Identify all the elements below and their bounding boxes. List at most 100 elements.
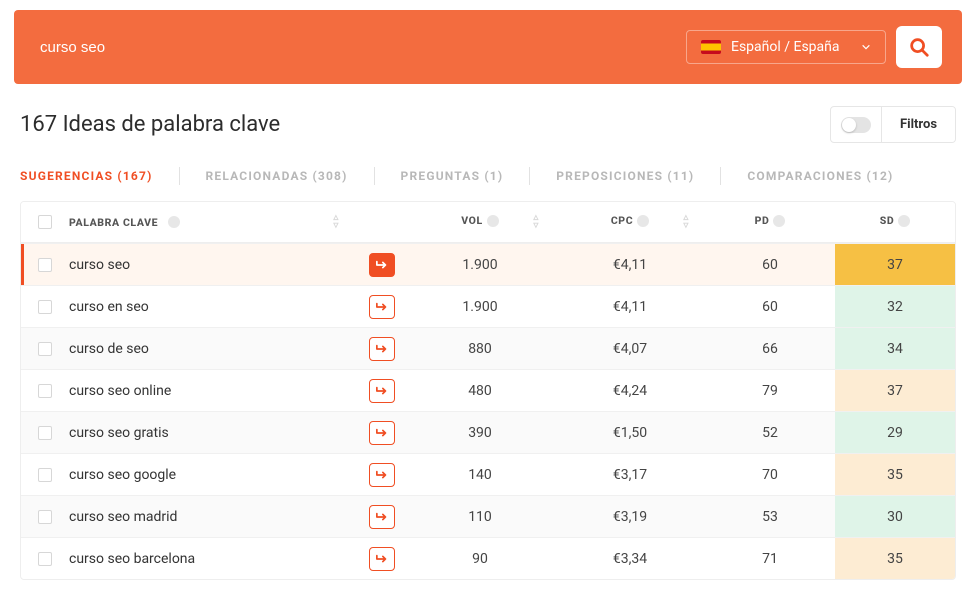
toggle-knob: [842, 118, 856, 132]
cpc-cell: €3,19: [555, 496, 705, 537]
page-title: 167 Ideas de palabra clave: [20, 112, 280, 137]
table-row[interactable]: curso en seo1.900€4,116032: [21, 285, 955, 327]
row-checkbox-cell: [21, 454, 69, 495]
tab-separator: [179, 167, 180, 185]
table-row[interactable]: curso seo online480€4,247937: [21, 369, 955, 411]
row-checkbox-cell: [21, 328, 69, 369]
row-checkbox-cell: [21, 412, 69, 453]
sort-icon: ▵▿: [533, 214, 549, 230]
row-checkbox[interactable]: [38, 426, 52, 440]
row-checkbox-cell: [21, 370, 69, 411]
expand-button[interactable]: [369, 379, 395, 403]
row-checkbox[interactable]: [38, 510, 52, 524]
header-cpc[interactable]: CPC ▵▿: [555, 214, 705, 230]
info-icon: [487, 215, 499, 227]
table-header: PALABRA CLAVE ▵▿ VOL ▵▿ CPC ▵▿ PD SD: [21, 202, 955, 243]
expand-cell: [359, 538, 405, 579]
sd-badge: 30: [835, 496, 955, 537]
cpc-cell: €4,07: [555, 328, 705, 369]
info-icon: [637, 215, 649, 227]
header-pd-label: PD: [755, 214, 770, 227]
header-checkbox-cell: [21, 214, 69, 230]
expand-button[interactable]: [369, 253, 395, 277]
tab-separator: [529, 167, 530, 185]
tab-4[interactable]: COMPARACIONES (12): [747, 161, 893, 191]
toggle-track: [841, 117, 871, 133]
row-checkbox[interactable]: [38, 258, 52, 272]
filters-panel: Filtros: [830, 106, 956, 143]
filters-toggle[interactable]: [831, 117, 881, 133]
expand-button[interactable]: [369, 463, 395, 487]
result-count: 167: [20, 112, 57, 137]
header-kw-label: PALABRA CLAVE: [69, 216, 158, 229]
sd-cell: 32: [835, 286, 955, 327]
sd-cell: 37: [835, 370, 955, 411]
select-all-checkbox[interactable]: [38, 215, 52, 229]
flag-icon: [701, 40, 721, 54]
vol-cell: 390: [405, 412, 555, 453]
pd-cell: 53: [705, 496, 835, 537]
row-checkbox[interactable]: [38, 468, 52, 482]
search-input[interactable]: [34, 31, 676, 64]
table-row[interactable]: curso seo gratis390€1,505229: [21, 411, 955, 453]
expand-button[interactable]: [369, 337, 395, 361]
keyword-cell: curso en seo: [69, 286, 359, 327]
expand-cell: [359, 370, 405, 411]
search-button[interactable]: [896, 26, 942, 68]
row-checkbox-cell: [21, 496, 69, 537]
tab-1[interactable]: RELACIONADAS (308): [206, 161, 348, 191]
row-checkbox[interactable]: [38, 342, 52, 356]
tab-3[interactable]: PREPOSICIONES (11): [556, 161, 694, 191]
table-row[interactable]: curso seo barcelona90€3,347135: [21, 537, 955, 579]
arrow-right-return-icon: [375, 427, 389, 439]
expand-button[interactable]: [369, 295, 395, 319]
expand-cell: [359, 454, 405, 495]
keyword-cell: curso seo barcelona: [69, 538, 359, 579]
row-checkbox[interactable]: [38, 552, 52, 566]
header-action: [359, 214, 405, 230]
header-keyword[interactable]: PALABRA CLAVE ▵▿: [69, 214, 359, 230]
table-row[interactable]: curso seo1.900€4,116037: [21, 243, 955, 285]
row-checkbox[interactable]: [38, 300, 52, 314]
table-row[interactable]: curso seo madrid110€3,195330: [21, 495, 955, 537]
pd-cell: 52: [705, 412, 835, 453]
pd-cell: 66: [705, 328, 835, 369]
expand-button[interactable]: [369, 505, 395, 529]
pd-cell: 60: [705, 244, 835, 285]
pd-cell: 71: [705, 538, 835, 579]
pd-cell: 60: [705, 286, 835, 327]
table-row[interactable]: curso de seo880€4,076634: [21, 327, 955, 369]
expand-button[interactable]: [369, 547, 395, 571]
info-icon: [898, 215, 910, 227]
table-row[interactable]: curso seo google140€3,177035: [21, 453, 955, 495]
language-select[interactable]: Español / España: [686, 30, 886, 64]
sd-cell: 35: [835, 538, 955, 579]
tabs: SUGERENCIAS (167) RELACIONADAS (308) PREGU…: [0, 153, 976, 191]
arrow-right-return-icon: [375, 469, 389, 481]
sd-badge: 29: [835, 412, 955, 453]
info-icon: [773, 215, 785, 227]
header-pd[interactable]: PD: [705, 214, 835, 230]
tab-2[interactable]: PREGUNTAS (1): [401, 161, 504, 191]
sort-icon: ▵▿: [333, 214, 349, 230]
row-checkbox[interactable]: [38, 384, 52, 398]
sd-badge: 37: [835, 370, 955, 411]
sd-badge: 35: [835, 454, 955, 495]
sd-badge: 35: [835, 538, 955, 579]
search-icon: [908, 36, 930, 58]
expand-cell: [359, 496, 405, 537]
header-sd[interactable]: SD: [835, 214, 955, 230]
tab-0[interactable]: SUGERENCIAS (167): [20, 161, 153, 191]
header-vol[interactable]: VOL ▵▿: [405, 214, 555, 230]
cpc-cell: €4,11: [555, 244, 705, 285]
expand-button[interactable]: [369, 421, 395, 445]
vol-cell: 1.900: [405, 286, 555, 327]
sd-badge: 37: [835, 244, 955, 285]
row-checkbox-cell: [21, 244, 69, 285]
keyword-table: PALABRA CLAVE ▵▿ VOL ▵▿ CPC ▵▿ PD SD cur…: [20, 201, 956, 580]
cpc-cell: €1,50: [555, 412, 705, 453]
sd-badge: 34: [835, 328, 955, 369]
filters-button[interactable]: Filtros: [881, 107, 955, 142]
row-checkbox-cell: [21, 538, 69, 579]
keyword-cell: curso seo: [69, 244, 359, 285]
